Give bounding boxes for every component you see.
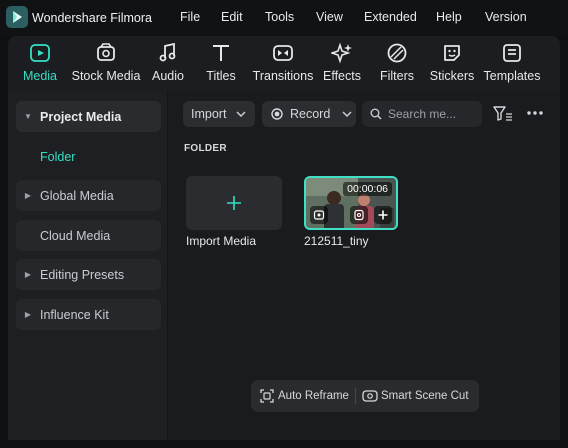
tab-titles-label: Titles (206, 69, 236, 83)
sparkle-effects-icon (331, 42, 353, 64)
clip-scene-cut-icon[interactable] (350, 206, 368, 224)
tab-effects[interactable]: Effects (322, 42, 362, 90)
caret-right-icon: ▶ (24, 191, 32, 200)
caret-down-icon: ▼ (24, 112, 32, 121)
smart-scene-cut-icon (362, 390, 378, 402)
search-icon (370, 108, 382, 120)
menu-version[interactable]: Version (485, 10, 527, 24)
search-placeholder: Search me... (388, 107, 457, 121)
tab-media-label: Media (22, 69, 58, 83)
music-note-icon (157, 42, 179, 64)
plus-icon (227, 196, 241, 210)
toolbar-divider (354, 388, 356, 404)
menu-help[interactable]: Help (436, 10, 462, 24)
sidebar-item-label: Cloud Media (40, 228, 111, 243)
tab-effects-label: Effects (323, 69, 361, 83)
menu-extended[interactable]: Extended (364, 10, 417, 24)
search-input[interactable]: Search me... (362, 101, 482, 127)
auto-reframe-icon (260, 389, 274, 403)
sidebar-item-label: Global Media (40, 188, 114, 203)
tab-media[interactable]: Media (22, 42, 58, 90)
add-clip-plus-icon[interactable] (374, 206, 392, 224)
folder-section-label: FOLDER (184, 143, 227, 154)
more-options-icon[interactable] (526, 110, 544, 116)
caret-right-icon: ▶ (24, 310, 32, 319)
filters-icon (386, 42, 408, 64)
media-panel: ▼ Project Media Folder ▶ Global Media Cl… (8, 90, 560, 440)
auto-reframe-button[interactable]: Auto Reframe (260, 389, 349, 403)
tab-audio-label: Audio (152, 69, 184, 83)
tab-filters[interactable]: Filters (380, 42, 414, 90)
media-sidebar: ▼ Project Media Folder ▶ Global Media Cl… (8, 90, 168, 440)
import-dropdown-button[interactable]: Import (183, 101, 255, 127)
tab-stock-media-label: Stock Media (71, 69, 141, 83)
transitions-icon (272, 42, 294, 64)
caret-right-icon: ▶ (24, 270, 32, 279)
sidebar-item-project-media[interactable]: ▼ Project Media (16, 101, 161, 132)
record-dropdown-button[interactable]: Record (262, 101, 356, 127)
tab-transitions[interactable]: Transitions (252, 42, 314, 90)
stock-media-icon (95, 42, 117, 64)
tab-stickers[interactable]: Stickers (430, 42, 474, 90)
media-icon (29, 42, 51, 64)
sidebar-item-global-media[interactable]: ▶ Global Media (16, 180, 161, 211)
sidebar-item-influence-kit[interactable]: ▶ Influence Kit (16, 299, 161, 330)
text-t-icon (210, 42, 232, 64)
tab-transitions-label: Transitions (252, 69, 314, 83)
menu-tools[interactable]: Tools (265, 10, 294, 24)
tab-stickers-label: Stickers (429, 69, 475, 83)
ai-tools-bar: Auto Reframe Smart Scene Cut (251, 380, 479, 412)
sidebar-item-label: Editing Presets (40, 267, 125, 282)
sidebar-item-label: Influence Kit (40, 307, 109, 322)
sidebar-item-editing-presets[interactable]: ▶ Editing Presets (16, 259, 161, 290)
clip-reframe-icon[interactable] (310, 206, 328, 224)
import-media-tile[interactable] (186, 176, 282, 230)
filmora-logo-icon (6, 6, 28, 28)
filter-sort-icon[interactable] (493, 105, 513, 123)
module-tab-bar: Media Stock Media Audio Titles Transitio… (8, 36, 560, 90)
record-icon (271, 108, 283, 120)
chevron-down-icon (236, 111, 246, 117)
menu-view[interactable]: View (316, 10, 343, 24)
smart-scene-cut-button[interactable]: Smart Scene Cut (362, 389, 469, 403)
sticker-icon (441, 42, 463, 64)
menu-file[interactable]: File (180, 10, 200, 24)
chevron-down-icon (342, 111, 352, 117)
title-bar: Wondershare Filmora File Edit Tools View… (0, 0, 568, 36)
tab-templates[interactable]: Templates (483, 42, 541, 90)
clip-duration: 00:00:06 (343, 182, 392, 196)
smart-scene-cut-label: Smart Scene Cut (380, 390, 469, 402)
sidebar-item-folder[interactable]: Folder (40, 150, 75, 164)
sidebar-item-label: Project Media (40, 109, 122, 124)
app-title: Wondershare Filmora (32, 11, 152, 25)
auto-reframe-label: Auto Reframe (278, 390, 349, 402)
tab-templates-label: Templates (483, 69, 541, 83)
templates-icon (501, 42, 523, 64)
import-media-label: Import Media (186, 234, 257, 248)
sidebar-item-cloud-media[interactable]: Cloud Media (16, 220, 161, 251)
tab-filters-label: Filters (379, 69, 415, 83)
tab-stock-media[interactable]: Stock Media (70, 42, 142, 90)
menu-edit[interactable]: Edit (221, 10, 243, 24)
media-content: Import Record Search me... FOLDER Import… (176, 90, 560, 440)
tab-audio[interactable]: Audio (148, 42, 188, 90)
tab-titles[interactable]: Titles (204, 42, 238, 90)
import-label: Import (191, 107, 227, 121)
clip-name-label: 212511_tiny (304, 234, 369, 248)
video-clip-thumbnail[interactable]: 00:00:06 (304, 176, 398, 230)
record-label: Record (290, 107, 331, 121)
